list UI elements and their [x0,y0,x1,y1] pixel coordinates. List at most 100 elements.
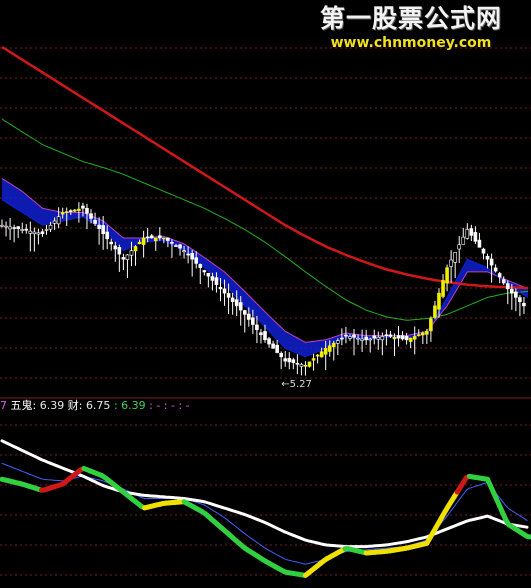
candle-body-23 [93,219,97,224]
candle-body-61 [247,313,251,320]
candle-body-78 [315,354,320,357]
candle-body-70 [283,358,288,362]
candle-body-54 [218,286,223,290]
stock-chart: ←5.27 [0,45,531,578]
candle-body-80 [323,348,328,355]
candle-body-25 [101,225,105,235]
candle-body-94 [380,336,385,341]
candle-body-5 [20,229,25,231]
legend-value-3: : 6.39 [113,399,146,412]
candle-body-123 [497,273,502,278]
candle-body-62 [251,317,255,325]
candle-body-106 [429,318,433,332]
candle-body-46 [186,253,190,256]
candle-body-56 [226,293,231,298]
candle-body-93 [376,336,381,340]
legend-name-cai: 财: [67,399,83,412]
candle-body-88 [356,337,360,340]
candle-body-85 [344,334,348,337]
candle-body-40 [162,237,166,240]
candle-body-71 [287,357,292,363]
candle-body-22 [89,213,93,219]
candle-body-89 [360,338,364,341]
candle-body-42 [170,242,174,244]
candle-body-113 [457,244,462,250]
candle-body-76 [307,361,312,367]
legend-index: 7 [0,399,7,412]
candle-body-53 [214,277,219,285]
candle-body-121 [489,258,494,266]
candle-body-99 [400,335,405,340]
candle-body-57 [230,297,235,302]
candle-body-44 [178,244,182,249]
candle-body-92 [372,335,377,339]
candle-body-43 [174,245,178,247]
candle-body-101 [408,337,413,342]
candle-body-28 [113,245,118,250]
candle-body-112 [453,252,457,263]
main-price-panel [0,45,529,376]
candle-body-11 [44,229,49,231]
candle-body-117 [473,232,478,242]
candle-body-49 [198,264,203,268]
candle-body-75 [303,364,308,367]
candle-body-67 [271,343,275,349]
indicator-white-line [0,439,529,549]
candle-body-79 [319,351,324,358]
legend-value-wugui: 6.39 [39,399,65,412]
candle-body-32 [129,250,134,256]
candle-body-97 [392,336,397,340]
candle-body-91 [368,338,373,341]
candle-body-124 [501,279,506,284]
candle-body-4 [16,226,20,229]
candle-body-50 [202,270,207,273]
candle-body-69 [279,353,283,358]
candle-body-128 [518,297,522,302]
candle-body-114 [461,236,466,245]
candle-body-125 [505,283,510,290]
candle-body-60 [242,310,247,315]
candle-body-126 [510,288,514,294]
watermark-title: 第一股票公式网 [319,4,502,33]
candle-body-0 [0,224,4,227]
candle-body-21 [85,207,89,214]
candle-body-6 [24,228,29,231]
candle-body-63 [255,324,259,330]
candle-body-111 [449,259,453,267]
candle-body-120 [485,255,490,260]
candle-body-39 [158,235,162,239]
candle-body-48 [194,257,199,264]
candle-body-34 [137,241,142,245]
candle-body-9 [36,232,41,235]
candle-body-98 [396,335,401,339]
candle-body-19 [77,208,81,211]
candle-body-24 [97,224,101,229]
candle-body-65 [263,331,267,341]
candle-body-14 [56,216,61,225]
candle-body-82 [331,342,336,348]
candle-body-77 [311,358,316,361]
candle-body-30 [121,257,126,260]
candle-body-12 [48,224,53,230]
candle-body-38 [153,237,158,242]
candle-body-72 [291,359,296,364]
candle-body-20 [81,205,85,209]
candle-body-105 [425,331,429,335]
candle-body-35 [141,237,146,245]
candle-body-90 [364,336,368,341]
indicator-thick-seg-173 [524,533,531,540]
candle-body-10 [40,231,45,235]
candle-body-107 [433,305,437,318]
candle-body-129 [522,302,526,307]
candle-body-2 [8,226,12,230]
candle-body-118 [477,239,482,248]
candle-body-96 [388,334,393,337]
candle-body-26 [105,231,109,240]
candle-body-84 [340,337,344,340]
candle-body-81 [327,345,332,352]
candle-body-36 [145,236,150,239]
candle-body-86 [348,336,352,339]
candle-body-102 [412,336,417,340]
candle-body-8 [32,231,37,235]
candle-body-83 [336,340,340,344]
